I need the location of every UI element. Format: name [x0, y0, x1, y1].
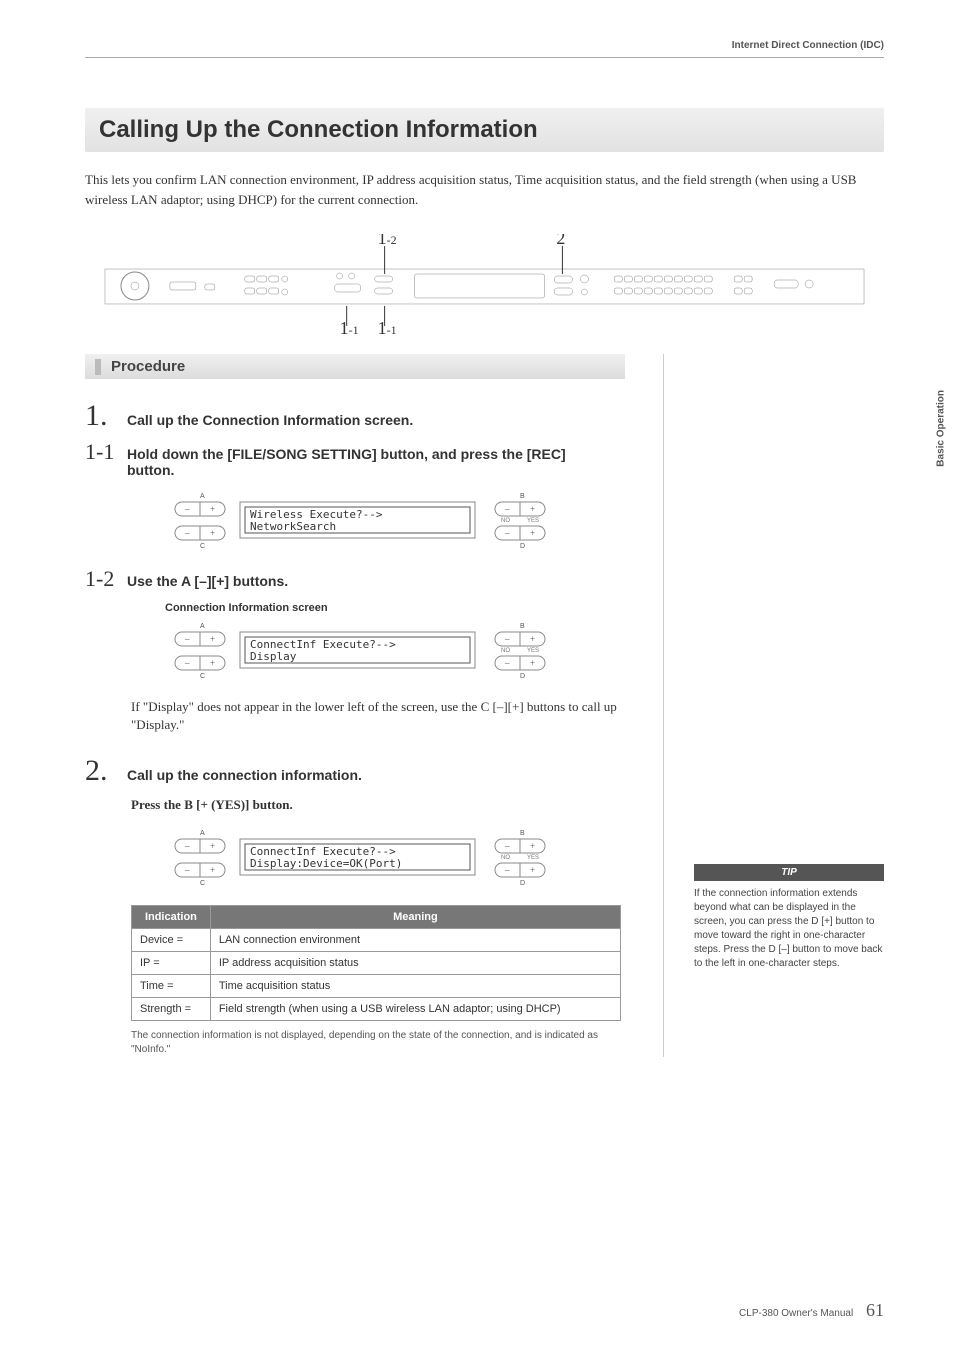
svg-text:–: – — [184, 634, 190, 644]
display-screen-2: A –+ C –+ ConnectInf Execute?--> Display… — [165, 620, 638, 680]
callout-1-1b: 1-1 — [378, 318, 397, 334]
svg-text:+: + — [210, 634, 215, 644]
display-screen-3: A –+ C –+ ConnectInf Execute?--> Display… — [165, 827, 638, 887]
callout-1-1a: 1-1 — [340, 318, 359, 334]
svg-text:+: + — [530, 528, 535, 538]
table-row: IP =IP address acquisition status — [132, 951, 621, 974]
side-tab-label: Basic Operation — [936, 390, 947, 467]
screen-label: Connection Information screen — [165, 602, 638, 614]
step-1-2-number: 1-2 — [85, 568, 127, 590]
tip-header: TIP — [694, 864, 884, 881]
procedure-heading: Procedure — [85, 354, 625, 379]
svg-text:–: – — [504, 634, 510, 644]
svg-text:A: A — [200, 493, 205, 500]
svg-text:–: – — [184, 865, 190, 875]
svg-text:–: – — [504, 658, 510, 668]
svg-text:D: D — [520, 673, 525, 680]
table-row: Time =Time acquisition status — [132, 974, 621, 997]
svg-text:C: C — [200, 543, 205, 550]
svg-text:+: + — [530, 504, 535, 514]
svg-text:YES: YES — [527, 518, 539, 524]
svg-text:–: – — [184, 528, 190, 538]
svg-text:NO: NO — [501, 855, 510, 861]
svg-text:+: + — [530, 865, 535, 875]
page-number: 61 — [866, 1300, 884, 1320]
intro-text: This lets you confirm LAN connection env… — [85, 170, 884, 209]
callout-2: 2 — [556, 234, 565, 248]
step-1-1-number: 1-1 — [85, 441, 127, 463]
table-row: Device =LAN connection environment — [132, 928, 621, 951]
step-1-1-title: Hold down the [FILE/SONG SETTING] button… — [127, 446, 577, 478]
tip-box: TIP If the connection information extend… — [694, 864, 884, 971]
table-header-indication: Indication — [132, 905, 211, 928]
svg-text:Display: Display — [250, 650, 297, 663]
svg-text:–: – — [504, 528, 510, 538]
svg-text:–: – — [504, 865, 510, 875]
panel-diagram: 1-2 2 1-1 1-1 — [85, 234, 884, 334]
svg-text:+: + — [530, 634, 535, 644]
svg-text:Display:Device=OK(Port): Display:Device=OK(Port) — [250, 857, 402, 870]
step-2-number: 2. — [85, 756, 127, 786]
footnote: The connection information is not displa… — [131, 1029, 621, 1057]
svg-text:YES: YES — [527, 855, 539, 861]
svg-text:–: – — [184, 504, 190, 514]
svg-text:D: D — [520, 880, 525, 887]
svg-text:+: + — [210, 658, 215, 668]
step-2-title: Call up the connection information. — [127, 767, 362, 783]
svg-text:+: + — [530, 841, 535, 851]
page-title: Calling Up the Connection Information — [85, 108, 884, 152]
svg-text:B: B — [520, 830, 525, 837]
svg-text:B: B — [520, 623, 525, 630]
svg-text:NO: NO — [501, 648, 510, 654]
svg-text:C: C — [200, 673, 205, 680]
svg-text:+: + — [530, 658, 535, 668]
step-1-number: 1. — [85, 401, 127, 431]
svg-text:–: – — [184, 658, 190, 668]
manual-name: CLP-380 Owner's Manual — [739, 1308, 853, 1319]
svg-text:–: – — [184, 841, 190, 851]
svg-text:A: A — [200, 623, 205, 630]
table-header-meaning: Meaning — [210, 905, 620, 928]
svg-text:+: + — [210, 841, 215, 851]
header-section: Internet Direct Connection (IDC) — [85, 40, 884, 58]
svg-text:C: C — [200, 880, 205, 887]
page-footer: CLP-380 Owner's Manual 61 — [739, 1300, 884, 1321]
svg-text:+: + — [210, 865, 215, 875]
svg-text:NetworkSearch: NetworkSearch — [250, 520, 336, 533]
table-row: Strength =Field strength (when using a U… — [132, 997, 621, 1020]
svg-text:+: + — [210, 504, 215, 514]
svg-text:D: D — [520, 543, 525, 550]
svg-text:+: + — [210, 528, 215, 538]
tip-body: If the connection information extends be… — [694, 881, 884, 971]
step-1-2-title: Use the A [–][+] buttons. — [127, 573, 288, 589]
svg-text:YES: YES — [527, 648, 539, 654]
svg-text:–: – — [504, 841, 510, 851]
note-display: If "Display" does not appear in the lowe… — [131, 698, 638, 734]
display-screen-1: A –+ C –+ Wireless Execute?--> NetworkSe… — [165, 490, 638, 550]
svg-text:NO: NO — [501, 518, 510, 524]
step-2-sub: Press the B [+ (YES)] button. — [131, 796, 638, 814]
callout-1-2: 1-2 — [378, 234, 397, 248]
indication-table: Indication Meaning Device =LAN connectio… — [131, 905, 621, 1021]
svg-text:B: B — [520, 493, 525, 500]
svg-text:–: – — [504, 504, 510, 514]
step-1-title: Call up the Connection Information scree… — [127, 412, 413, 428]
svg-text:A: A — [200, 830, 205, 837]
